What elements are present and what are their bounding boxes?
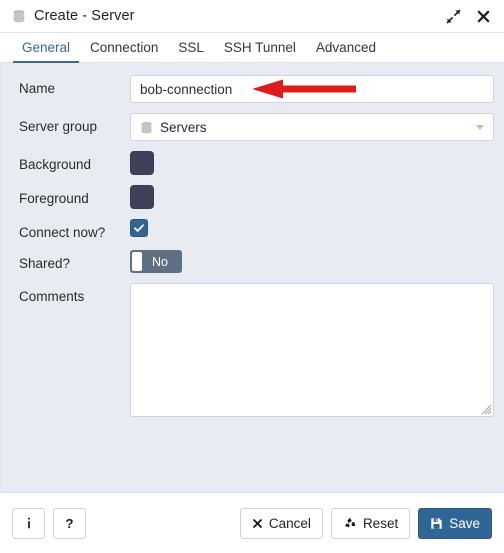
tab-connection[interactable]: Connection (80, 33, 168, 62)
server-group-control: Servers (130, 113, 494, 141)
name-input[interactable] (130, 75, 494, 103)
connect-now-label: Connect now? (19, 225, 106, 240)
shared-label: Shared? (19, 256, 71, 271)
comments-label: Comments (19, 289, 85, 304)
server-stack-icon (141, 121, 152, 133)
background-color-swatch[interactable] (130, 151, 154, 175)
question-mark-icon: ? (62, 516, 77, 531)
field-row-comments: Comments (8, 283, 494, 417)
cancel-button-label: Cancel (268, 515, 311, 531)
shared-control: No (130, 250, 494, 273)
dialog-footer: ? Cancel Reset Save (0, 492, 504, 553)
save-button-label: Save (449, 515, 480, 531)
tab-ssh-tunnel[interactable]: SSH Tunnel (214, 33, 306, 62)
connect-now-checkbox[interactable] (130, 219, 148, 237)
name-label: Name (19, 81, 56, 96)
check-icon (134, 224, 144, 232)
server-group-label: Server group (19, 119, 98, 134)
field-row-foreground: Foreground (8, 185, 494, 209)
close-x-icon (477, 10, 489, 22)
reset-button[interactable]: Reset (330, 507, 411, 539)
help-button[interactable]: ? (53, 507, 86, 539)
close-button[interactable] (472, 5, 494, 27)
floppy-disk-icon (430, 517, 443, 530)
footer-left-group: ? (12, 507, 86, 539)
tab-advanced-label: Advanced (315, 40, 376, 55)
server-stack-icon (13, 9, 25, 23)
dialog-title-bar: Create - Server (0, 0, 504, 33)
info-icon (22, 516, 36, 530)
shared-toggle-state: No (152, 254, 168, 269)
footer-right-group: Cancel Reset Save (239, 507, 492, 539)
create-server-dialog: Create - Server General Connection SSL S… (0, 0, 504, 553)
connect-now-control (130, 219, 494, 237)
name-control (130, 75, 494, 103)
general-tab-panel: Name Server group (0, 63, 504, 492)
foreground-color-swatch[interactable] (130, 185, 154, 209)
tab-advanced[interactable]: Advanced (306, 33, 386, 62)
tab-ssh-tunnel-label: SSH Tunnel (223, 40, 296, 55)
reset-button-label: Reset (362, 515, 399, 531)
foreground-label: Foreground (19, 191, 89, 206)
server-group-value: Servers (160, 119, 207, 135)
comments-control (130, 283, 494, 417)
shared-toggle-knob (132, 252, 142, 271)
dialog-title: Create - Server (34, 8, 135, 24)
field-row-background: Background (8, 151, 494, 175)
save-button[interactable]: Save (418, 507, 492, 539)
field-row-shared: Shared? No (8, 250, 494, 273)
expand-diagonal-icon (446, 9, 460, 23)
chevron-down-icon (476, 124, 484, 130)
close-x-icon (252, 518, 263, 529)
tab-connection-label: Connection (90, 40, 159, 55)
dialog-tab-bar: General Connection SSL SSH Tunnel Advanc… (0, 33, 504, 63)
field-row-connect-now: Connect now? (8, 219, 494, 240)
shared-toggle[interactable]: No (130, 250, 182, 273)
field-row-server-group: Server group Servers (8, 113, 494, 141)
tab-ssl[interactable]: SSL (168, 33, 214, 62)
foreground-control (130, 185, 494, 209)
field-row-name: Name (8, 75, 494, 103)
tab-ssl-label: SSL (178, 40, 204, 55)
tab-general[interactable]: General (12, 33, 80, 63)
background-control (130, 151, 494, 175)
recycle-icon (343, 516, 357, 530)
info-button[interactable] (12, 507, 45, 539)
server-group-select[interactable]: Servers (130, 113, 494, 141)
expand-button[interactable] (442, 5, 464, 27)
cancel-button[interactable]: Cancel (239, 507, 323, 539)
background-label: Background (19, 157, 92, 172)
tab-general-label: General (22, 40, 71, 55)
comments-textarea[interactable] (130, 283, 494, 417)
svg-text:?: ? (65, 516, 73, 531)
